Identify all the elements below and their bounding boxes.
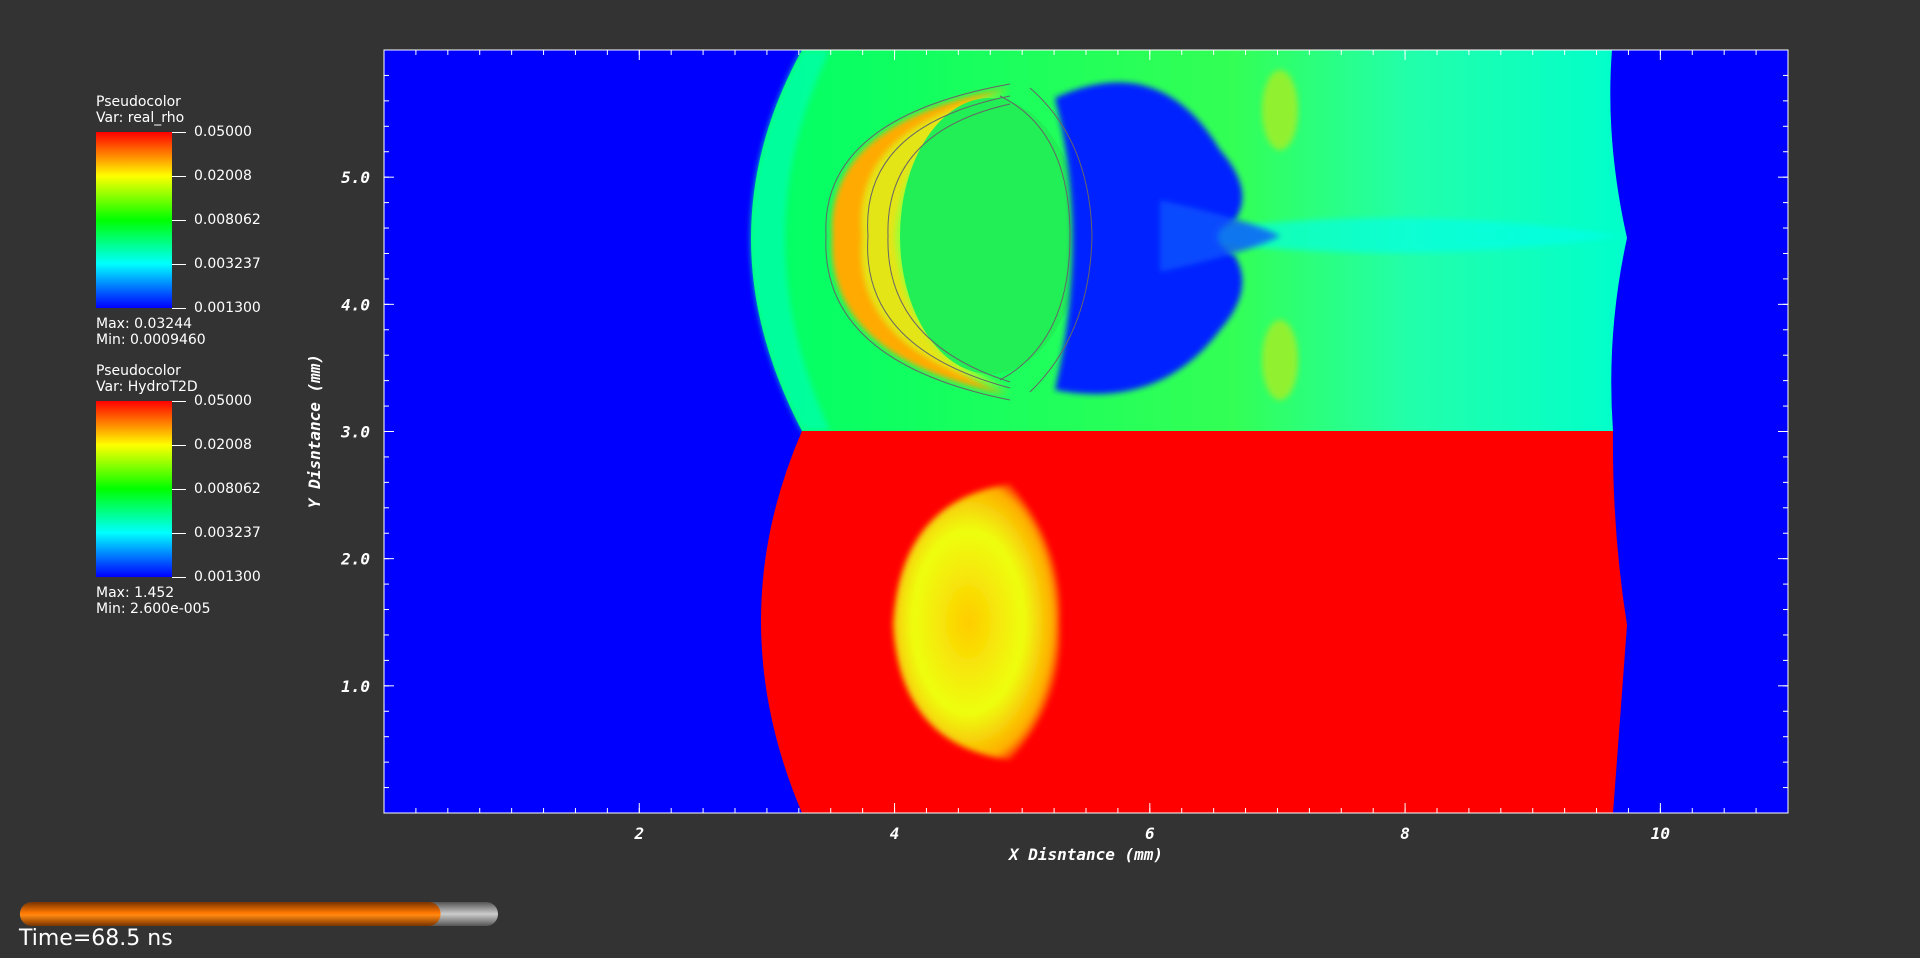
upper-yellow-streak-bottom — [1262, 320, 1298, 400]
lower-hot-region — [761, 431, 1627, 813]
y-tick-label: 3.0 — [340, 423, 370, 442]
x-tick-label: 4 — [890, 824, 900, 843]
y-tick-label: 4.0 — [341, 295, 370, 314]
time-progress-fill — [20, 902, 441, 926]
y-axis-label: Y Disntance (mm) — [305, 354, 324, 508]
x-tick-label: 8 — [1400, 824, 1410, 843]
time-label: Time=68.5 ns — [19, 926, 173, 951]
pseudocolor-plot: 2 4 6 8 10 1.02.03.04.05.0 X Disntance (mm) … — [305, 49, 1789, 864]
x-tick-label: 2 — [633, 824, 644, 843]
x-axis-label: X Disntance (mm) — [1007, 845, 1163, 864]
upper-inner-bubble — [900, 98, 1080, 374]
time-progress-bar — [20, 902, 498, 926]
y-tick-label: 2.0 — [340, 550, 370, 569]
x-tick-label: 10 — [1651, 824, 1670, 843]
upper-yellow-streak-top — [1262, 70, 1298, 150]
plot-field — [384, 50, 1788, 813]
y-tick-label: 1.0 — [341, 677, 370, 696]
x-tick-label: 6 — [1145, 824, 1155, 843]
y-tick-label: 5.0 — [341, 168, 370, 187]
